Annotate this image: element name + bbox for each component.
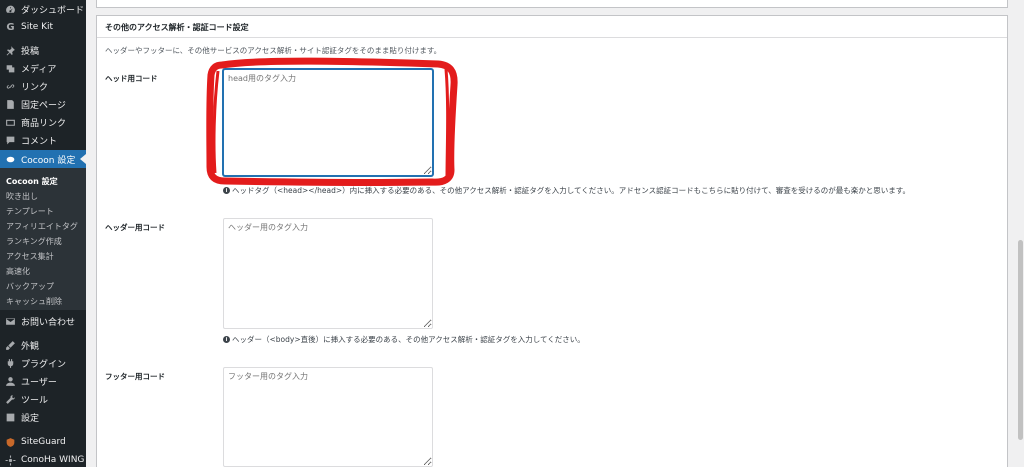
sidebar-item-label: プラグイン <box>21 359 67 370</box>
cocoon-submenu: Cocoon 設定 吹き出し テンプレート アフィリエイトタグ ランキング作成 … <box>0 168 86 310</box>
sitekit-icon: G <box>6 21 15 33</box>
appearance-icon <box>5 340 16 351</box>
sidebar-item-label: Cocoon 設定 <box>21 155 76 166</box>
sidebar-item-label: 商品リンク <box>21 118 67 129</box>
mail-icon <box>5 316 16 327</box>
submenu-item-backup[interactable]: バックアップ <box>6 281 54 292</box>
panel-description: ヘッダーやフッターに、その他サービスのアクセス解析・サイト認証タグをそのまま貼り… <box>105 46 442 55</box>
sidebar-item-label: ユーザー <box>21 377 57 388</box>
sidebar-item-label: コメント <box>21 136 58 147</box>
previous-panel-edge <box>96 0 1008 8</box>
submenu-item-cache-clear[interactable]: キャッシュ削除 <box>6 296 62 307</box>
sidebar-item-label: お問い合わせ <box>21 317 76 328</box>
media-icon <box>5 63 16 74</box>
sidebar-item-contact[interactable]: お問い合わせ <box>0 312 86 330</box>
siteguard-icon <box>5 437 16 448</box>
submenu-item-balloon[interactable]: 吹き出し <box>6 191 38 202</box>
comment-icon <box>5 135 16 146</box>
settings-icon <box>5 412 16 423</box>
sidebar-item-label: Site Kit <box>21 22 54 32</box>
scrollbar-thumb[interactable] <box>1018 240 1023 440</box>
product-link-icon <box>5 117 16 128</box>
admin-sidebar: Cocoon 設定 吹き出し テンプレート アフィリエイトタグ ランキング作成 … <box>0 0 86 467</box>
sidebar-item-sitekit[interactable]: G Site Kit <box>0 18 86 36</box>
submenu-item-template[interactable]: テンプレート <box>6 206 54 217</box>
header-code-input[interactable] <box>223 218 433 329</box>
plugin-icon <box>5 358 16 369</box>
submenu-item-cocoon-settings[interactable]: Cocoon 設定 <box>6 176 58 187</box>
info-icon: i <box>223 187 230 194</box>
page-icon <box>5 99 16 110</box>
sidebar-item-label: SiteGuard <box>21 437 66 447</box>
pin-icon <box>5 45 16 56</box>
sidebar-item-label: リンク <box>21 82 49 93</box>
divider <box>97 37 1007 38</box>
sidebar-item-siteguard[interactable]: SiteGuard <box>0 433 86 451</box>
link-icon <box>5 81 16 92</box>
sidebar-item-label: ConoHa WING <box>21 455 85 465</box>
footer-code-label: フッター用コード <box>105 372 165 381</box>
sidebar-item-cocoon-settings[interactable]: Cocoon 設定 <box>0 150 86 168</box>
sidebar-item-tools[interactable]: ツール <box>0 390 86 408</box>
submenu-item-affiliate-tag[interactable]: アフィリエイトタグ <box>6 221 78 232</box>
sidebar-item-links[interactable]: リンク <box>0 77 86 95</box>
header-code-label: ヘッダー用コード <box>105 223 165 232</box>
sidebar-item-dashboard[interactable]: ダッシュボード <box>0 0 86 18</box>
sidebar-item-label: 設定 <box>21 413 40 424</box>
head-code-hint-text: ヘッドタグ（<head></head>）内に挿入する必要のある、その他アクセス解… <box>232 186 911 195</box>
sidebar-item-conoha[interactable]: ConoHa WING <box>0 451 86 467</box>
sidebar-item-label: メディア <box>21 64 57 75</box>
sidebar-item-appearance[interactable]: 外観 <box>0 336 86 354</box>
sidebar-item-settings[interactable]: 設定 <box>0 408 86 426</box>
user-icon <box>5 376 16 387</box>
sidebar-item-label: 固定ページ <box>21 100 66 111</box>
tool-icon <box>5 394 16 405</box>
sidebar-item-label: ツール <box>21 395 49 406</box>
head-code-hint: i ヘッドタグ（<head></head>）内に挿入する必要のある、その他アクセ… <box>223 185 910 196</box>
sidebar-item-label: ダッシュボード <box>21 5 85 16</box>
cocoon-icon <box>5 154 16 165</box>
submenu-item-access-stats[interactable]: アクセス集計 <box>6 251 54 262</box>
sidebar-item-posts[interactable]: 投稿 <box>0 41 86 59</box>
sidebar-item-pages[interactable]: 固定ページ <box>0 95 86 113</box>
sidebar-item-plugins[interactable]: プラグイン <box>0 354 86 372</box>
dashboard-icon <box>5 4 16 15</box>
conoha-icon <box>5 455 16 466</box>
info-icon: i <box>223 336 230 343</box>
submenu-item-speedup[interactable]: 高速化 <box>6 266 30 277</box>
panel-title: その他のアクセス解析・認証コード設定 <box>105 23 249 32</box>
head-code-label: ヘッド用コード <box>105 74 158 83</box>
sidebar-item-label: 投稿 <box>21 46 40 57</box>
footer-code-input[interactable] <box>223 367 433 467</box>
header-code-hint-text: ヘッダー（<body>直後）に挿入する必要のある、その他アクセス解析・認証タグを… <box>232 335 585 344</box>
sidebar-item-comments[interactable]: コメント <box>0 131 86 149</box>
head-code-input[interactable] <box>223 69 433 176</box>
sidebar-item-product-links[interactable]: 商品リンク <box>0 113 86 131</box>
submenu-item-ranking[interactable]: ランキング作成 <box>6 236 62 247</box>
sidebar-item-label: 外観 <box>21 341 40 352</box>
page-scrollbar[interactable] <box>1016 0 1024 467</box>
header-code-hint: i ヘッダー（<body>直後）に挿入する必要のある、その他アクセス解析・認証タ… <box>223 334 585 345</box>
settings-panel: その他のアクセス解析・認証コード設定 ヘッダーやフッターに、その他サービスのアク… <box>96 15 1008 467</box>
sidebar-item-media[interactable]: メディア <box>0 59 86 77</box>
sidebar-item-users[interactable]: ユーザー <box>0 372 86 390</box>
